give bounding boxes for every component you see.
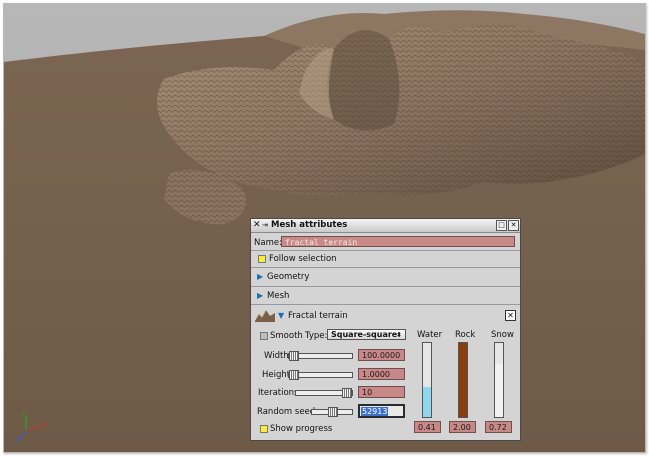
remove-modifier-button[interactable]: ✕ <box>505 310 516 321</box>
snow-label: Snow <box>491 330 514 340</box>
height-label: Height <box>262 370 291 380</box>
iterations-label: Iterations <box>258 388 299 398</box>
mesh-attributes-dialog: ✕ ⇥ Mesh attributes □ ✕ Name: fractal te… <box>250 218 521 441</box>
slider-thumb[interactable] <box>289 370 299 380</box>
terrain-thumbnail-icon <box>255 309 275 322</box>
type-label: Type: <box>305 331 328 341</box>
expand-right-icon[interactable]: ▶ <box>257 272 263 282</box>
height-value[interactable]: 1.0000 <box>358 368 405 380</box>
terrain-peak-shadow <box>327 30 400 131</box>
snow-level-bar[interactable] <box>494 342 504 418</box>
water-level-fill <box>423 386 431 417</box>
dialog-title: Mesh attributes <box>271 220 348 230</box>
random-seed-input[interactable]: 52913 <box>358 404 405 418</box>
geometry-section-header[interactable]: Geometry <box>267 272 309 282</box>
y-axis-icon: Y <box>21 411 26 418</box>
collapse-down-icon[interactable]: ▼ <box>278 311 284 321</box>
smooth-label: Smooth <box>270 331 303 341</box>
iterations-value[interactable]: 10 <box>358 386 405 398</box>
width-slider[interactable] <box>288 351 353 361</box>
mesh-section-header[interactable]: Mesh <box>267 291 289 301</box>
dialog-titlebar[interactable]: ✕ ⇥ Mesh attributes □ ✕ <box>251 219 520 233</box>
x-axis-icon: X <box>43 422 47 429</box>
type-dropdown[interactable]: Square-square ⬍ <box>327 329 406 340</box>
show-progress-checkbox[interactable] <box>260 425 268 433</box>
rock-value[interactable]: 2.00 <box>449 421 476 433</box>
smooth-checkbox[interactable] <box>260 332 268 340</box>
name-label: Name: <box>254 238 282 248</box>
divider <box>251 304 520 305</box>
x-logo-icon: ✕ <box>253 220 261 230</box>
name-field[interactable]: fractal terrain <box>281 236 515 247</box>
random-seed-label: Random seed <box>257 407 316 417</box>
width-value[interactable]: 100.0000 <box>358 349 405 361</box>
follow-selection-checkbox[interactable] <box>258 255 266 263</box>
height-slider[interactable] <box>288 370 353 380</box>
follow-selection-label: Follow selection <box>269 254 337 264</box>
random-seed-selected-text: 52913 <box>361 407 389 416</box>
updown-arrows-icon: ⬍ <box>396 331 402 339</box>
width-label: Width <box>264 351 289 361</box>
water-label: Water <box>417 330 443 340</box>
app-window: ✕ ⇥ Mesh attributes □ ✕ Name: fractal te… <box>3 3 646 453</box>
slider-thumb[interactable] <box>342 388 352 398</box>
water-value[interactable]: 0.41 <box>414 421 441 433</box>
water-level-bar[interactable] <box>422 342 432 418</box>
divider <box>251 250 520 251</box>
random-seed-slider[interactable] <box>311 407 353 417</box>
pin-icon[interactable]: ⇥ <box>262 220 268 230</box>
snow-level-fill <box>495 363 503 417</box>
iterations-slider[interactable] <box>295 388 353 398</box>
divider <box>251 286 520 287</box>
rock-level-bar[interactable] <box>458 342 468 418</box>
rock-level-fill <box>459 343 467 417</box>
fractal-section-header[interactable]: Fractal terrain <box>288 311 348 321</box>
rock-label: Rock <box>455 330 476 340</box>
expand-right-icon[interactable]: ▶ <box>257 291 263 301</box>
type-dropdown-value: Square-square <box>331 330 398 339</box>
restore-button[interactable]: □ <box>496 220 507 231</box>
slider-thumb[interactable] <box>289 351 299 361</box>
show-progress-label: Show progress <box>270 424 333 434</box>
divider <box>251 267 520 268</box>
close-window-button[interactable]: ✕ <box>508 220 519 231</box>
slider-thumb[interactable] <box>328 407 338 417</box>
axis-gizmo: Y X Z <box>16 411 47 443</box>
z-axis-icon: Z <box>16 437 20 443</box>
snow-value[interactable]: 0.72 <box>485 421 512 433</box>
